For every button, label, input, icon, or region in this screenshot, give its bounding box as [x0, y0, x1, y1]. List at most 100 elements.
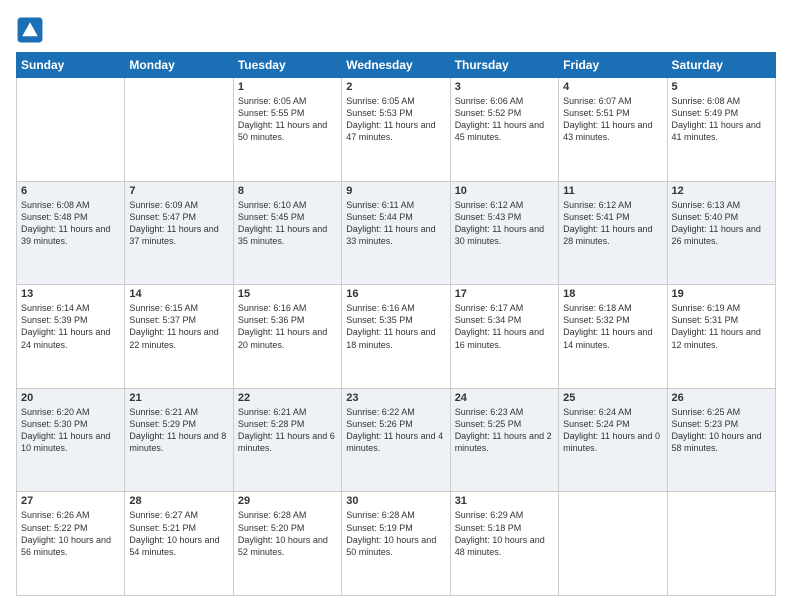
calendar-cell: 3 Sunrise: 6:06 AM Sunset: 5:52 PM Daylig…: [450, 78, 558, 182]
day-number: 26: [672, 392, 771, 404]
day-info: Sunrise: 6:21 AM Sunset: 5:29 PM Dayligh…: [129, 406, 228, 455]
day-number: 24: [455, 392, 554, 404]
day-info: Sunrise: 6:26 AM Sunset: 5:22 PM Dayligh…: [21, 509, 120, 558]
day-header-saturday: Saturday: [667, 53, 775, 78]
calendar-cell: 18Sunrise: 6:18 AM Sunset: 5:32 PM Dayli…: [559, 285, 667, 389]
calendar-cell: 24 Sunrise: 6:23 AM Sunset: 5:25 PM Dayli…: [450, 388, 558, 492]
calendar-cell: 29 Sunrise: 6:28 AM Sunset: 5:20 PM Dayli…: [233, 492, 341, 596]
day-info: Sunrise: 6:25 AM Sunset: 5:23 PM Dayligh…: [672, 406, 771, 455]
calendar-cell: [559, 492, 667, 596]
day-info: Sunrise: 6:14 AM Sunset: 5:39 PM Dayligh…: [21, 302, 120, 351]
day-info: Sunrise: 6:22 AM Sunset: 5:26 PM Dayligh…: [346, 406, 445, 455]
day-info: Sunrise: 6:16 AM Sunset: 5:36 PM Dayligh…: [238, 302, 337, 351]
calendar-cell: 14 Sunrise: 6:15 AM Sunset: 5:37 PM Dayli…: [125, 285, 233, 389]
calendar-cell: 20 Sunrise: 6:20 AM Sunset: 5:30 PM Dayli…: [17, 388, 125, 492]
day-header-monday: Monday: [125, 53, 233, 78]
calendar-cell: 30 Sunrise: 6:28 AM Sunset: 5:19 PM Dayli…: [342, 492, 450, 596]
day-info: Sunrise: 6:20 AM Sunset: 5:30 PM Dayligh…: [21, 406, 120, 455]
week-row-3: 13 Sunrise: 6:14 AM Sunset: 5:39 PM Dayli…: [17, 285, 776, 389]
day-header-wednesday: Wednesday: [342, 53, 450, 78]
logo: [16, 16, 48, 44]
day-info: Sunrise: 6:15 AM Sunset: 5:37 PM Dayligh…: [129, 302, 228, 351]
day-number: 13: [21, 288, 120, 300]
day-info: Sunrise: 6:19 AM Sunset: 5:31 PM Dayligh…: [672, 302, 771, 351]
calendar-cell: [667, 492, 775, 596]
day-number: 27: [21, 495, 120, 507]
day-number: 29: [238, 495, 337, 507]
week-row-5: 27 Sunrise: 6:26 AM Sunset: 5:22 PM Dayli…: [17, 492, 776, 596]
calendar-cell: 26 Sunrise: 6:25 AM Sunset: 5:23 PM Dayli…: [667, 388, 775, 492]
day-header-friday: Friday: [559, 53, 667, 78]
day-number: 9: [346, 185, 445, 197]
calendar-cell: 17 Sunrise: 6:17 AM Sunset: 5:34 PM Dayli…: [450, 285, 558, 389]
day-info: Sunrise: 6:29 AM Sunset: 5:18 PM Dayligh…: [455, 509, 554, 558]
day-number: 17: [455, 288, 554, 300]
day-number: 25: [563, 392, 662, 404]
day-info: Sunrise: 6:28 AM Sunset: 5:19 PM Dayligh…: [346, 509, 445, 558]
day-info: Sunrise: 6:27 AM Sunset: 5:21 PM Dayligh…: [129, 509, 228, 558]
day-info: Sunrise: 6:08 AM Sunset: 5:48 PM Dayligh…: [21, 199, 120, 248]
day-info: Sunrise: 6:24 AM Sunset: 5:24 PM Dayligh…: [563, 406, 662, 455]
day-header-thursday: Thursday: [450, 53, 558, 78]
day-number: 4: [563, 81, 662, 93]
day-info: Sunrise: 6:05 AM Sunset: 5:53 PM Dayligh…: [346, 95, 445, 144]
day-number: 8: [238, 185, 337, 197]
calendar-cell: 2Sunrise: 6:05 AM Sunset: 5:53 PM Daylig…: [342, 78, 450, 182]
day-info: Sunrise: 6:17 AM Sunset: 5:34 PM Dayligh…: [455, 302, 554, 351]
calendar-cell: 16 Sunrise: 6:16 AM Sunset: 5:35 PM Dayli…: [342, 285, 450, 389]
calendar-cell: 7Sunrise: 6:09 AM Sunset: 5:47 PM Daylig…: [125, 181, 233, 285]
day-number: 14: [129, 288, 228, 300]
header-row: SundayMondayTuesdayWednesdayThursdayFrid…: [17, 53, 776, 78]
day-info: Sunrise: 6:12 AM Sunset: 5:41 PM Dayligh…: [563, 199, 662, 248]
day-info: Sunrise: 6:13 AM Sunset: 5:40 PM Dayligh…: [672, 199, 771, 248]
calendar-cell: 11Sunrise: 6:12 AM Sunset: 5:41 PM Dayli…: [559, 181, 667, 285]
day-info: Sunrise: 6:05 AM Sunset: 5:55 PM Dayligh…: [238, 95, 337, 144]
calendar-cell: 9Sunrise: 6:11 AM Sunset: 5:44 PM Daylig…: [342, 181, 450, 285]
day-info: Sunrise: 6:06 AM Sunset: 5:52 PM Dayligh…: [455, 95, 554, 144]
calendar-cell: 31 Sunrise: 6:29 AM Sunset: 5:18 PM Dayli…: [450, 492, 558, 596]
day-number: 30: [346, 495, 445, 507]
week-row-1: 1Sunrise: 6:05 AM Sunset: 5:55 PM Daylig…: [17, 78, 776, 182]
day-header-sunday: Sunday: [17, 53, 125, 78]
day-number: 19: [672, 288, 771, 300]
day-info: Sunrise: 6:09 AM Sunset: 5:47 PM Dayligh…: [129, 199, 228, 248]
day-number: 3: [455, 81, 554, 93]
calendar-cell: 12 Sunrise: 6:13 AM Sunset: 5:40 PM Dayli…: [667, 181, 775, 285]
calendar-cell: 23 Sunrise: 6:22 AM Sunset: 5:26 PM Dayli…: [342, 388, 450, 492]
day-info: Sunrise: 6:08 AM Sunset: 5:49 PM Dayligh…: [672, 95, 771, 144]
day-number: 5: [672, 81, 771, 93]
calendar-cell: 19 Sunrise: 6:19 AM Sunset: 5:31 PM Dayli…: [667, 285, 775, 389]
day-info: Sunrise: 6:23 AM Sunset: 5:25 PM Dayligh…: [455, 406, 554, 455]
calendar-cell: 22Sunrise: 6:21 AM Sunset: 5:28 PM Dayli…: [233, 388, 341, 492]
calendar-cell: 8 Sunrise: 6:10 AM Sunset: 5:45 PM Daylig…: [233, 181, 341, 285]
calendar-cell: 28 Sunrise: 6:27 AM Sunset: 5:21 PM Dayli…: [125, 492, 233, 596]
day-number: 23: [346, 392, 445, 404]
calendar-table: SundayMondayTuesdayWednesdayThursdayFrid…: [16, 52, 776, 596]
day-number: 22: [238, 392, 337, 404]
calendar-cell: 27 Sunrise: 6:26 AM Sunset: 5:22 PM Dayli…: [17, 492, 125, 596]
day-header-tuesday: Tuesday: [233, 53, 341, 78]
calendar-cell: [125, 78, 233, 182]
day-info: Sunrise: 6:28 AM Sunset: 5:20 PM Dayligh…: [238, 509, 337, 558]
page: SundayMondayTuesdayWednesdayThursdayFrid…: [0, 0, 792, 612]
calendar-cell: 15Sunrise: 6:16 AM Sunset: 5:36 PM Dayli…: [233, 285, 341, 389]
calendar-cell: 25 Sunrise: 6:24 AM Sunset: 5:24 PM Dayli…: [559, 388, 667, 492]
calendar-cell: 10 Sunrise: 6:12 AM Sunset: 5:43 PM Dayli…: [450, 181, 558, 285]
week-row-4: 20 Sunrise: 6:20 AM Sunset: 5:30 PM Dayli…: [17, 388, 776, 492]
calendar-cell: 13 Sunrise: 6:14 AM Sunset: 5:39 PM Dayli…: [17, 285, 125, 389]
calendar-cell: 21Sunrise: 6:21 AM Sunset: 5:29 PM Dayli…: [125, 388, 233, 492]
day-number: 12: [672, 185, 771, 197]
day-info: Sunrise: 6:12 AM Sunset: 5:43 PM Dayligh…: [455, 199, 554, 248]
day-number: 28: [129, 495, 228, 507]
calendar-cell: 6 Sunrise: 6:08 AM Sunset: 5:48 PM Daylig…: [17, 181, 125, 285]
day-number: 16: [346, 288, 445, 300]
logo-icon: [16, 16, 44, 44]
day-info: Sunrise: 6:16 AM Sunset: 5:35 PM Dayligh…: [346, 302, 445, 351]
day-info: Sunrise: 6:10 AM Sunset: 5:45 PM Dayligh…: [238, 199, 337, 248]
day-number: 31: [455, 495, 554, 507]
day-number: 6: [21, 185, 120, 197]
day-number: 10: [455, 185, 554, 197]
day-number: 20: [21, 392, 120, 404]
header: [16, 16, 776, 44]
day-info: Sunrise: 6:07 AM Sunset: 5:51 PM Dayligh…: [563, 95, 662, 144]
